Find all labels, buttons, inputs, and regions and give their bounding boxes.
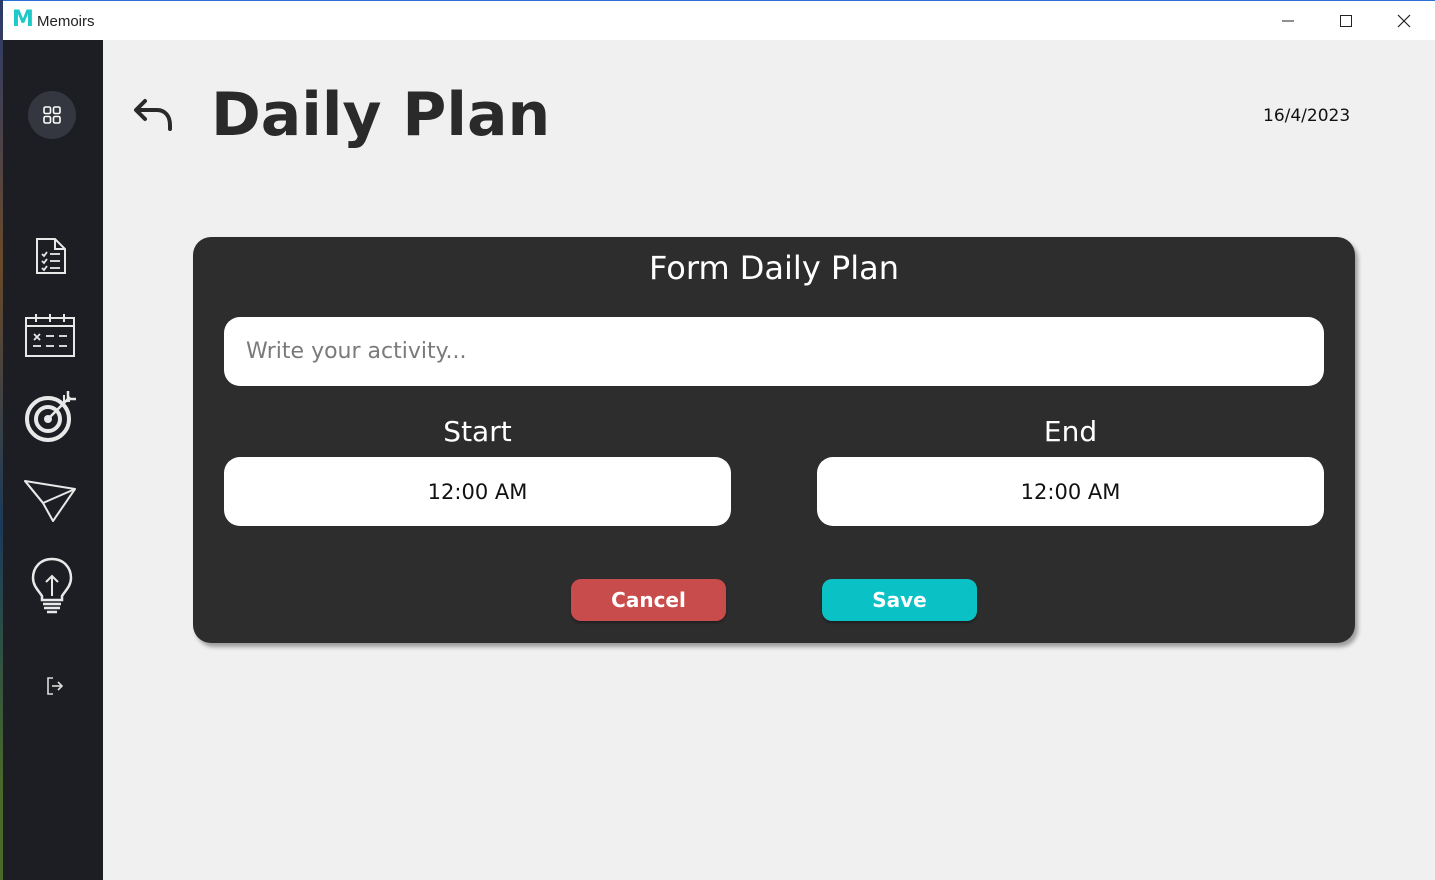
- logout-button[interactable]: [43, 674, 67, 698]
- sidebar-item-ideas[interactable]: [29, 556, 75, 614]
- current-date: 16/4/2023: [1263, 106, 1351, 126]
- cancel-button[interactable]: Cancel: [571, 579, 726, 621]
- sidebar: [3, 40, 103, 880]
- end-time-value: 12:00 AM: [1020, 479, 1121, 504]
- sidebar-item-goals[interactable]: [23, 386, 79, 444]
- sidebar-item-checklist[interactable]: [27, 230, 75, 280]
- app-logo: M: [12, 7, 34, 32]
- maximize-icon: [1340, 15, 1352, 27]
- close-button[interactable]: [1375, 1, 1433, 41]
- logout-icon: [47, 677, 64, 695]
- start-time-value: 12:00 AM: [427, 479, 528, 504]
- daily-plan-form: Form Daily Plan Start 12:00 AM End 12:00…: [193, 237, 1355, 643]
- sidebar-item-dashboard[interactable]: [28, 91, 76, 139]
- end-label: End: [1043, 415, 1098, 448]
- undo-arrow-icon: [134, 99, 172, 131]
- start-time-picker[interactable]: 12:00 AM: [224, 457, 731, 526]
- close-icon: [1397, 14, 1411, 28]
- sidebar-item-calendar[interactable]: [23, 310, 77, 360]
- page-title: Daily Plan: [211, 80, 551, 150]
- start-label: Start: [443, 415, 512, 448]
- dashboard-grid-icon: [43, 106, 61, 124]
- maximize-button[interactable]: [1317, 1, 1375, 41]
- target-icon: [25, 391, 76, 442]
- paper-plane-icon: [24, 480, 76, 522]
- window-titlebar: M Memoirs: [3, 0, 1435, 40]
- sidebar-item-messages[interactable]: [23, 476, 77, 524]
- form-title: Form Daily Plan: [649, 249, 899, 287]
- main-content: Daily Plan 16/4/2023 Form Daily Plan Sta…: [103, 40, 1435, 880]
- calendar-icon: [25, 314, 75, 357]
- lightbulb-icon: [31, 557, 73, 614]
- minimize-icon: [1282, 20, 1294, 22]
- checklist-icon: [36, 238, 66, 274]
- activity-input[interactable]: [224, 317, 1324, 386]
- window-title: Memoirs: [37, 13, 95, 30]
- back-button[interactable]: [131, 95, 175, 135]
- minimize-button[interactable]: [1259, 1, 1317, 41]
- save-button[interactable]: Save: [822, 579, 977, 621]
- end-time-picker[interactable]: 12:00 AM: [817, 457, 1324, 526]
